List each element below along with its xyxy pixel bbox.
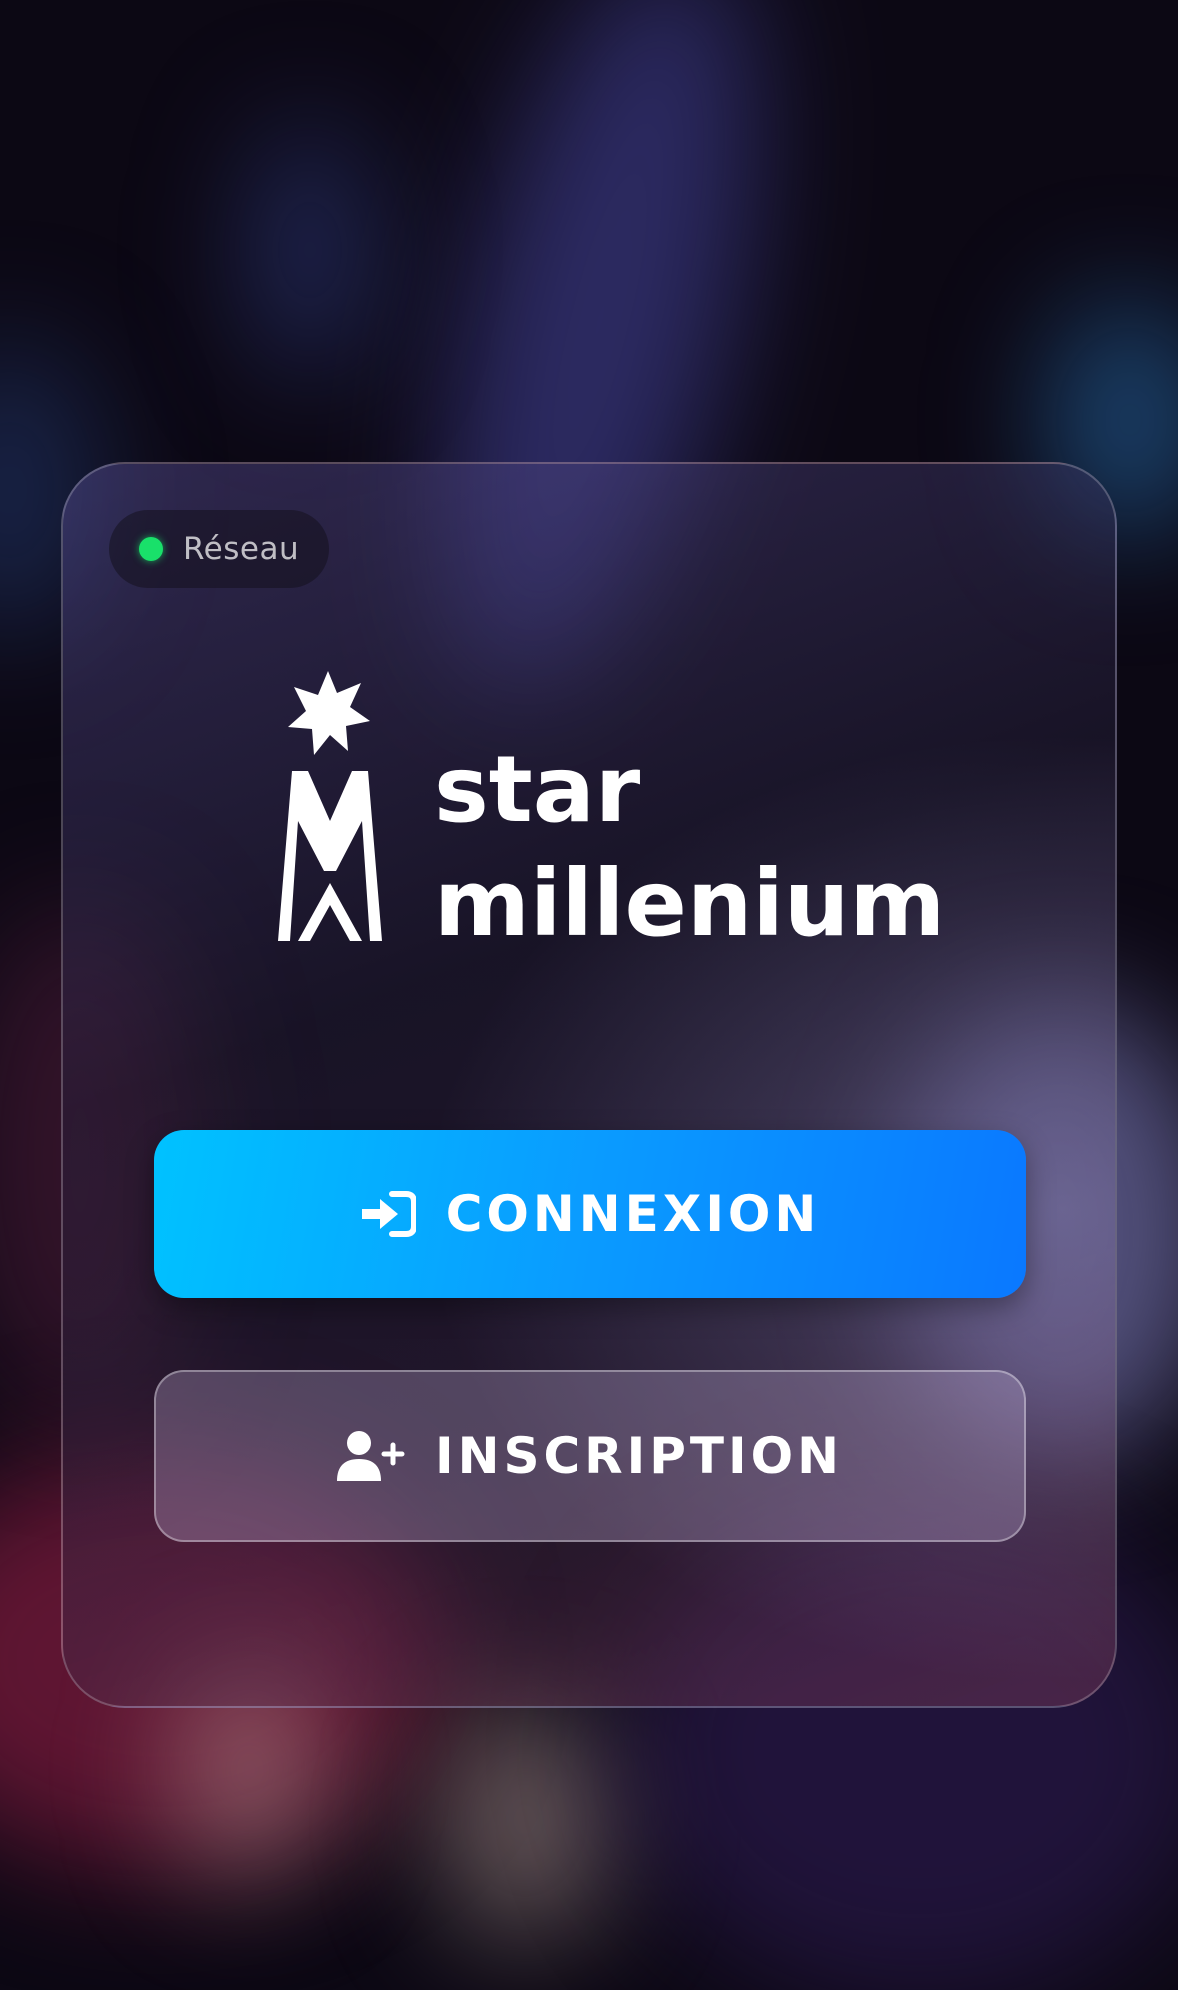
- app-screen: Réseau star millenium CONNEXION INSCRIPT…: [0, 0, 1178, 1990]
- login-button-label: CONNEXION: [445, 1185, 821, 1243]
- background-light: [250, 120, 370, 380]
- register-button[interactable]: INSCRIPTION: [154, 1370, 1026, 1542]
- welcome-card: Réseau star millenium CONNEXION INSCRIPT…: [61, 462, 1117, 1708]
- m-monogram-icon: [278, 771, 382, 941]
- sign-in-icon: [360, 1190, 416, 1238]
- network-status-badge: Réseau: [109, 510, 330, 588]
- network-status-label: Réseau: [183, 531, 300, 567]
- star-millenium-logo: star millenium: [258, 671, 958, 951]
- network-status-dot: [139, 537, 163, 561]
- logo-word-millenium: millenium: [434, 850, 945, 951]
- user-plus-icon: [337, 1429, 405, 1483]
- logo-graphic: star millenium: [278, 671, 945, 951]
- background-light: [440, 1700, 610, 1940]
- logo-word-star: star: [434, 736, 641, 843]
- m-monogram-inner-icon: [298, 883, 362, 941]
- star-icon: [288, 671, 370, 755]
- login-button[interactable]: CONNEXION: [154, 1130, 1026, 1298]
- register-button-label: INSCRIPTION: [435, 1427, 843, 1485]
